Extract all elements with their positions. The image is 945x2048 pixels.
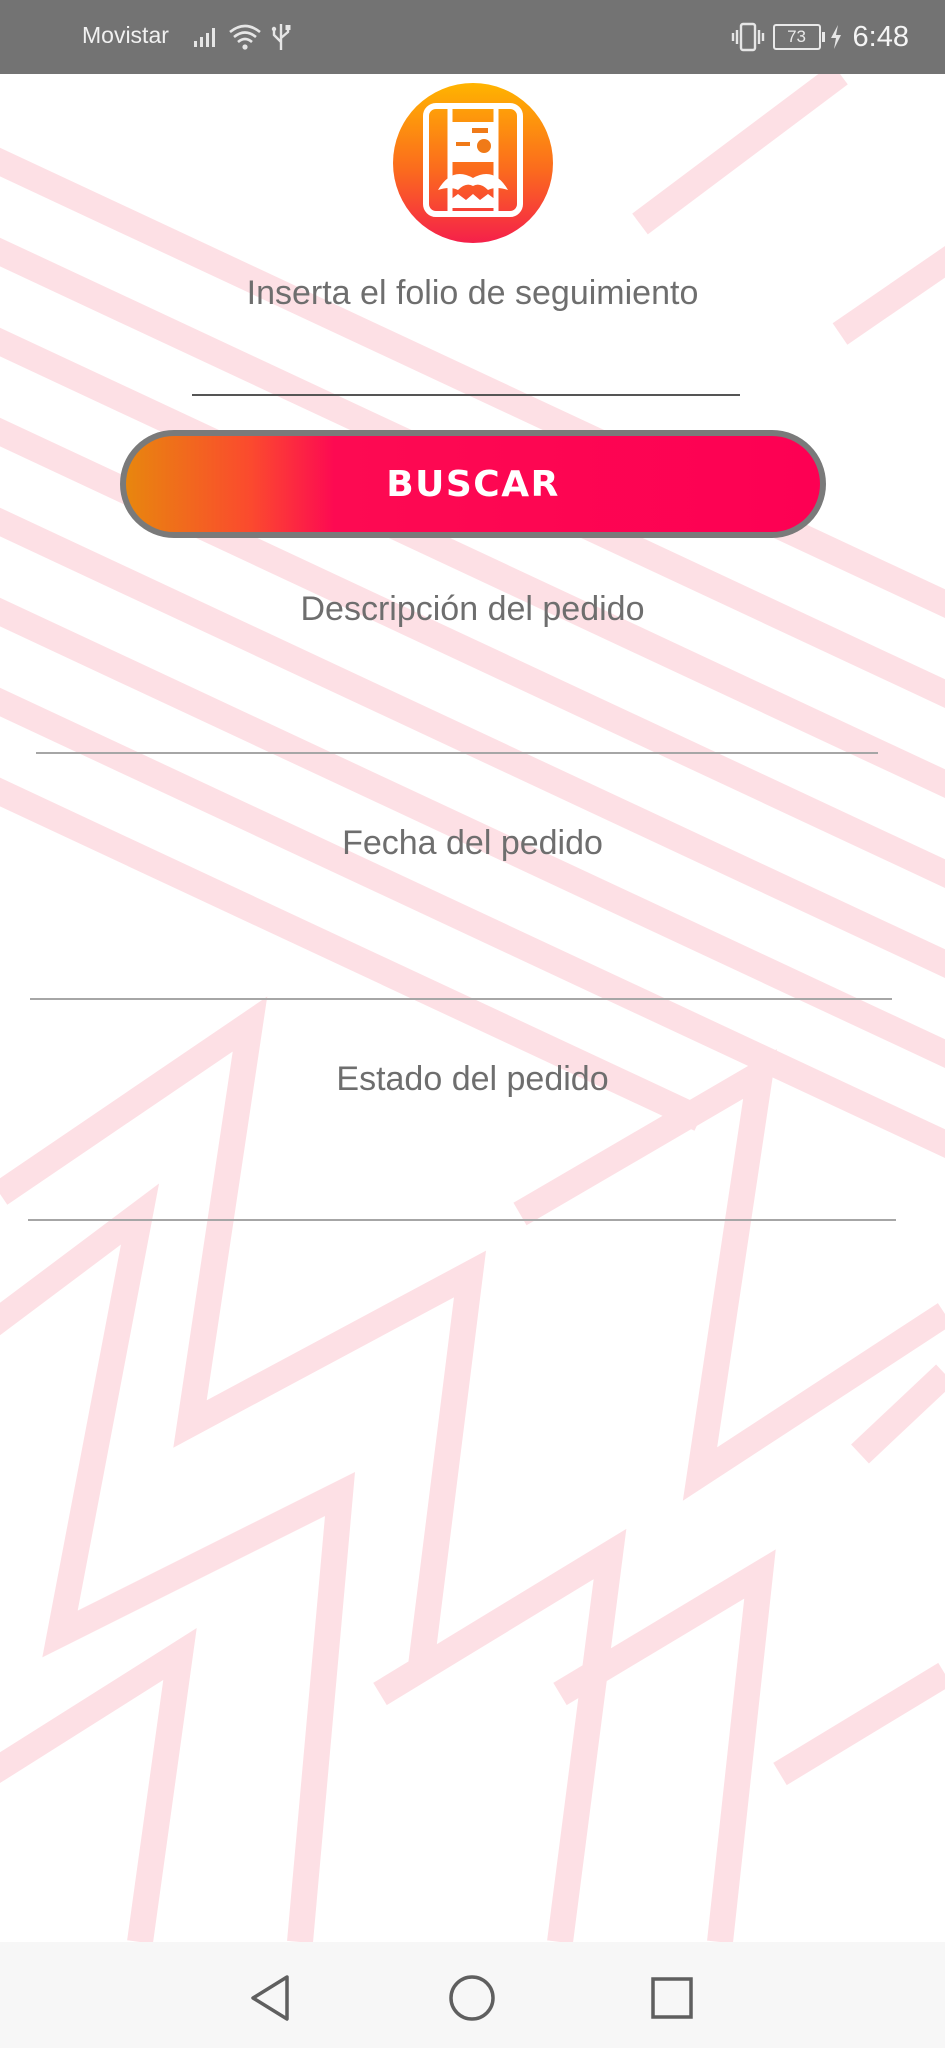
clock: 6:48: [852, 20, 909, 53]
folio-input[interactable]: [192, 348, 740, 396]
navigation-bar: [0, 1942, 945, 2048]
battery-icon: 73: [772, 24, 825, 50]
date-label: Fecha del pedido: [342, 824, 603, 862]
description-label: Descripción del pedido: [300, 590, 645, 628]
home-button[interactable]: [442, 1968, 502, 2028]
home-icon: [449, 1975, 495, 2021]
status-icons-right: 73 6:48: [731, 18, 909, 56]
folio-label: Inserta el folio de seguimiento: [246, 274, 699, 312]
date-divider: [30, 998, 892, 1000]
search-button[interactable]: BUSCAR: [120, 430, 826, 538]
description-divider: [36, 752, 878, 754]
back-icon: [251, 1975, 289, 2021]
recents-button[interactable]: [642, 1968, 702, 2028]
app-logo: [393, 83, 553, 243]
recents-icon: [651, 1977, 693, 2019]
tracking-screen: Inserta el folio de seguimiento BUSCAR D…: [0, 74, 945, 1942]
status-label: Estado del pedido: [336, 1060, 609, 1098]
status-icons-left: [192, 20, 292, 54]
wifi-icon: [229, 24, 261, 50]
status-divider: [28, 1219, 896, 1221]
search-button-label: BUSCAR: [126, 436, 820, 532]
signal-icon: [194, 28, 215, 47]
vibrate-icon: [731, 22, 764, 52]
charging-icon: [830, 25, 841, 49]
battery-level: 73: [787, 27, 806, 46]
usb-icon: [271, 24, 291, 50]
status-bar: Movistar 73 6:48: [0, 0, 945, 74]
carrier-name: Movistar: [82, 22, 169, 48]
back-button[interactable]: [240, 1968, 300, 2028]
